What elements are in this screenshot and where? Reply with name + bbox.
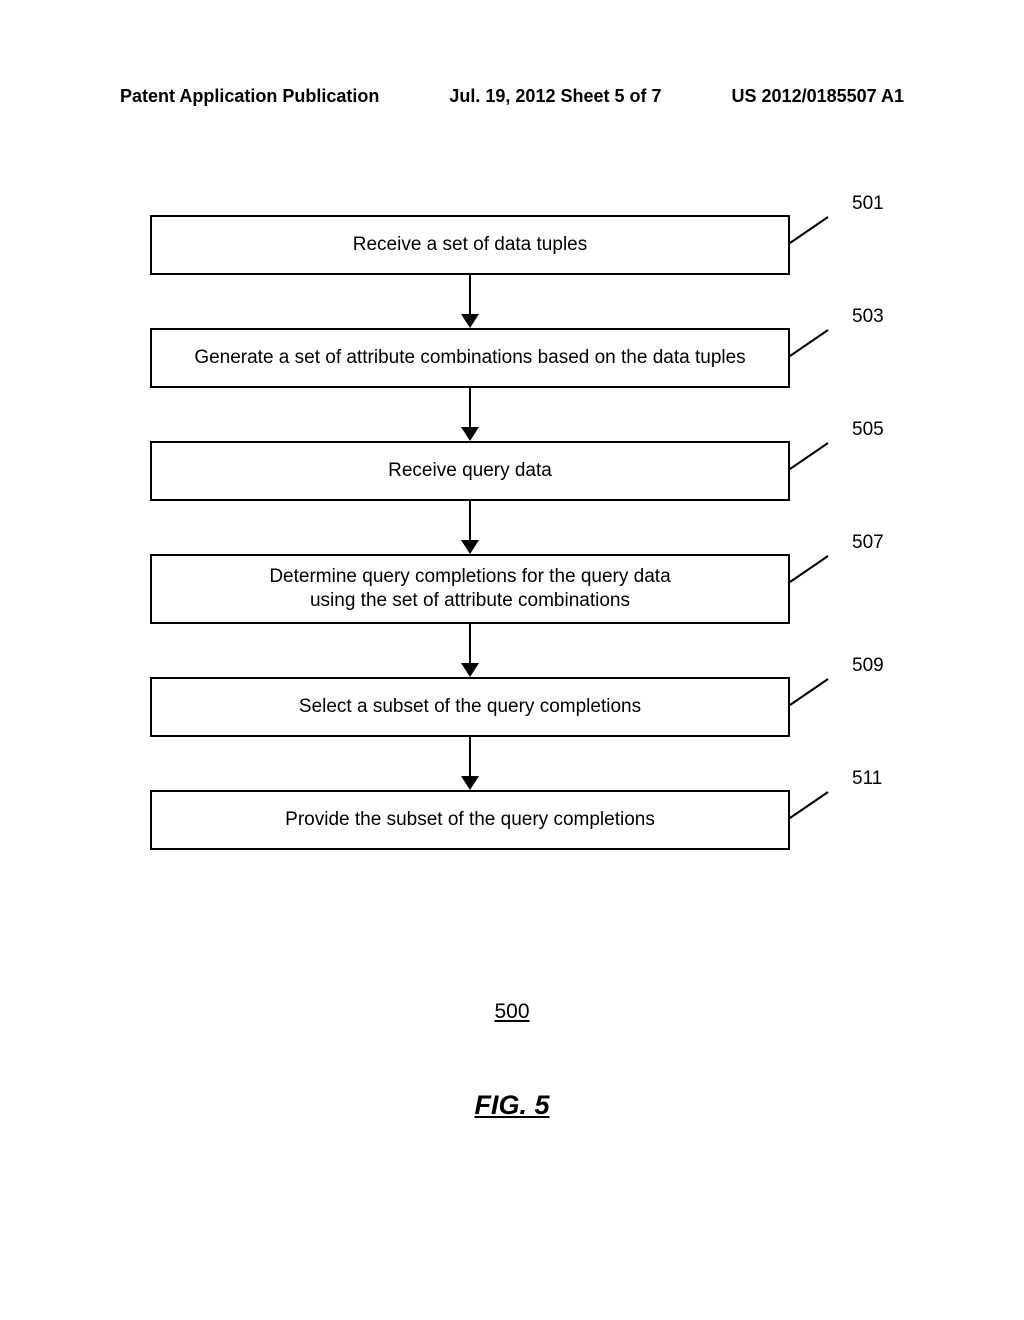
step-wrap-501: Receive a set of data tuples 501 bbox=[150, 215, 790, 275]
page: Patent Application Publication Jul. 19, … bbox=[0, 0, 1024, 1320]
step-text: Provide the subset of the query completi… bbox=[285, 809, 655, 831]
arrow-stem bbox=[469, 501, 471, 541]
arrow bbox=[461, 388, 479, 441]
figure-number: 500 bbox=[0, 1000, 1024, 1024]
step-text: Select a subset of the query completions bbox=[299, 696, 641, 718]
step-wrap-509: Select a subset of the query completions… bbox=[150, 677, 790, 737]
step-box: Receive query data bbox=[150, 441, 790, 501]
step-box: Receive a set of data tuples bbox=[150, 215, 790, 275]
step-box: Provide the subset of the query completi… bbox=[150, 790, 790, 850]
arrow bbox=[461, 275, 479, 328]
step-wrap-503: Generate a set of attribute combinations… bbox=[150, 328, 790, 388]
leader-line bbox=[790, 215, 850, 245]
header-mid: Jul. 19, 2012 Sheet 5 of 7 bbox=[449, 86, 661, 107]
leader-line bbox=[790, 790, 850, 820]
ref-number: 511 bbox=[852, 768, 882, 790]
step-box: Select a subset of the query completions bbox=[150, 677, 790, 737]
arrow-head-icon bbox=[461, 663, 479, 677]
step-wrap-507: Determine query completions for the quer… bbox=[150, 554, 790, 624]
step-text: Determine query completions for the quer… bbox=[269, 565, 670, 613]
leader-line bbox=[790, 328, 850, 358]
step-box: Generate a set of attribute combinations… bbox=[150, 328, 790, 388]
arrow-stem bbox=[469, 737, 471, 777]
leader-line bbox=[790, 677, 850, 707]
figure-label: FIG. 5 bbox=[0, 1090, 1024, 1121]
figure-number-text: 500 bbox=[494, 1000, 529, 1023]
header-left: Patent Application Publication bbox=[120, 86, 379, 107]
arrow bbox=[461, 624, 479, 677]
arrow bbox=[461, 501, 479, 554]
ref-number: 509 bbox=[852, 655, 884, 677]
arrow-stem bbox=[469, 388, 471, 428]
header-right: US 2012/0185507 A1 bbox=[732, 86, 904, 107]
flowchart: Receive a set of data tuples 501 Generat… bbox=[150, 215, 790, 850]
arrow-stem bbox=[469, 624, 471, 664]
arrow-head-icon bbox=[461, 314, 479, 328]
ref-number: 507 bbox=[852, 532, 884, 554]
arrow-head-icon bbox=[461, 427, 479, 441]
leader-line bbox=[790, 554, 850, 584]
step-box: Determine query completions for the quer… bbox=[150, 554, 790, 624]
figure-label-text: FIG. 5 bbox=[474, 1090, 549, 1120]
arrow bbox=[461, 737, 479, 790]
step-wrap-511: Provide the subset of the query completi… bbox=[150, 790, 790, 850]
step-wrap-505: Receive query data 505 bbox=[150, 441, 790, 501]
step-text: Generate a set of attribute combinations… bbox=[194, 347, 745, 369]
step-text: Receive query data bbox=[388, 460, 552, 482]
ref-number: 503 bbox=[852, 306, 884, 328]
arrow-stem bbox=[469, 275, 471, 315]
header-bar: Patent Application Publication Jul. 19, … bbox=[120, 86, 904, 107]
step-text: Receive a set of data tuples bbox=[353, 234, 587, 256]
ref-number: 505 bbox=[852, 419, 884, 441]
arrow-head-icon bbox=[461, 540, 479, 554]
leader-line bbox=[790, 441, 850, 471]
arrow-head-icon bbox=[461, 776, 479, 790]
ref-number: 501 bbox=[852, 193, 884, 215]
